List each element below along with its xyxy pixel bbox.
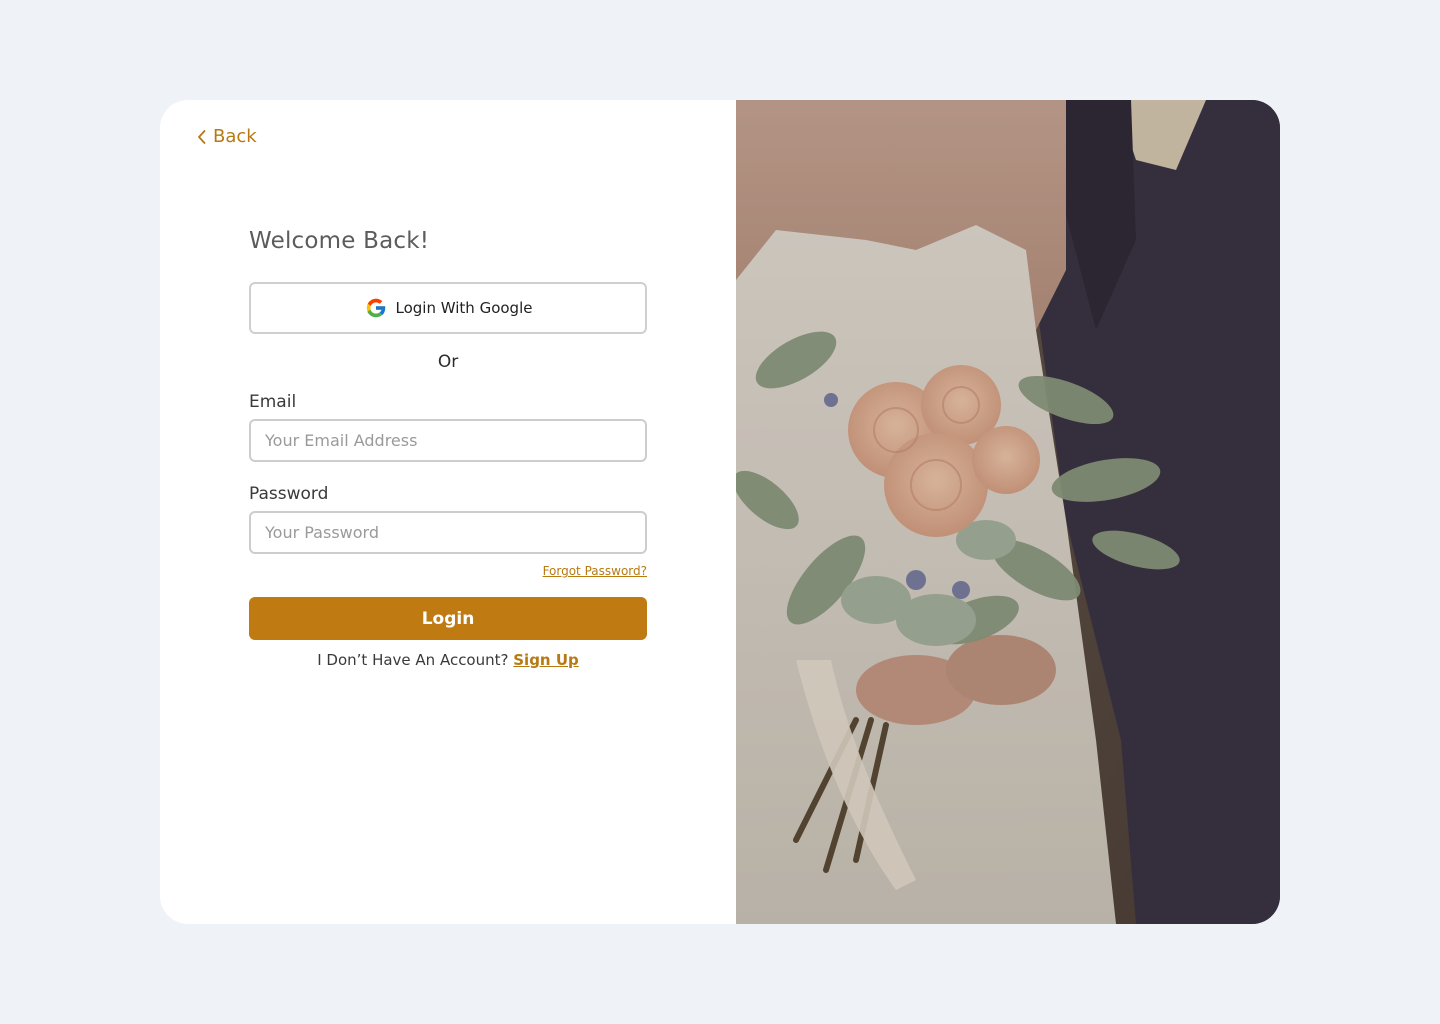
- login-form: Welcome Back! Login With Google Or Email…: [249, 228, 647, 669]
- forgot-password-row: Forgot Password?: [249, 560, 647, 579]
- login-with-google-button[interactable]: Login With Google: [249, 282, 647, 334]
- page-title: Welcome Back!: [249, 228, 430, 254]
- email-field[interactable]: [249, 419, 647, 462]
- login-with-google-label: Login With Google: [395, 299, 533, 317]
- back-link-label: Back: [213, 126, 257, 147]
- signup-prompt-text: I Don’t Have An Account?: [317, 651, 509, 669]
- forgot-password-link[interactable]: Forgot Password?: [543, 564, 647, 578]
- password-label: Password: [249, 484, 329, 504]
- google-icon: [366, 298, 386, 318]
- email-label: Email: [249, 392, 297, 412]
- signup-prompt-row: I Don’t Have An Account? Sign Up: [249, 651, 647, 669]
- login-card: Back Welcome Back! Login With Google Or …: [160, 100, 1280, 924]
- login-button[interactable]: Login: [249, 597, 647, 640]
- password-field[interactable]: [249, 511, 647, 554]
- login-panel: Back Welcome Back! Login With Google Or …: [160, 100, 736, 924]
- wedding-photo-illustration: [736, 100, 1280, 924]
- or-divider: Or: [437, 352, 459, 372]
- sign-up-link[interactable]: Sign Up: [513, 651, 579, 669]
- hero-image: [736, 100, 1280, 924]
- chevron-left-icon: [198, 129, 206, 144]
- back-link[interactable]: Back: [197, 126, 257, 147]
